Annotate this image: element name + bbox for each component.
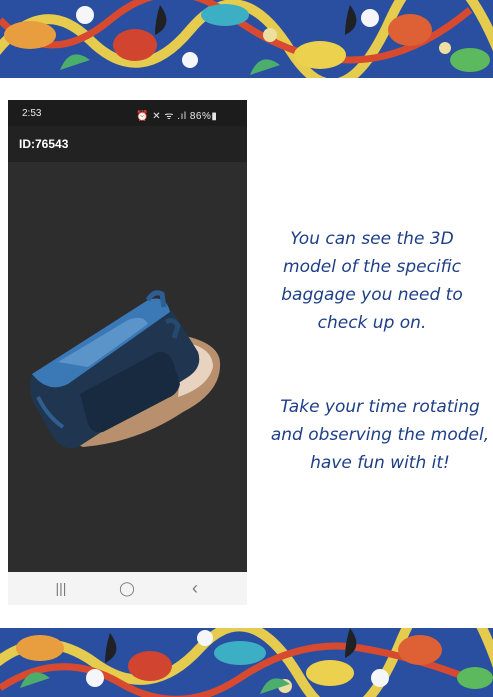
caption-rotate-model: Take your time rotating and observing th… xyxy=(270,397,490,473)
recents-icon[interactable]: ||| xyxy=(46,578,76,598)
baggage-3d-model[interactable] xyxy=(8,162,247,572)
status-icons: ⏰ ✕ ᯤ .ıl 86%▮ xyxy=(136,111,218,122)
status-time: 2:53 xyxy=(22,108,42,119)
batik-banner-top xyxy=(0,0,493,78)
batik-banner-bottom xyxy=(0,628,493,697)
status-bar: 2:53 ⏰ ✕ ᯤ .ıl 86%▮ xyxy=(8,100,247,126)
app-bar: ID:76543 xyxy=(8,126,247,162)
baggage-id-title: ID:76543 xyxy=(19,137,69,151)
back-icon[interactable]: ‹ xyxy=(180,578,210,598)
android-nav-bar: ||| ◯ ‹ xyxy=(8,572,247,605)
home-icon[interactable]: ◯ xyxy=(112,578,142,598)
caption-3d-model: You can see the 3D model of the specific… xyxy=(281,229,463,333)
phone-screenshot: 2:53 ⏰ ✕ ᯤ .ıl 86%▮ ID:76543 ||| ◯ ‹ xyxy=(8,100,247,605)
model-viewer[interactable] xyxy=(8,162,247,572)
